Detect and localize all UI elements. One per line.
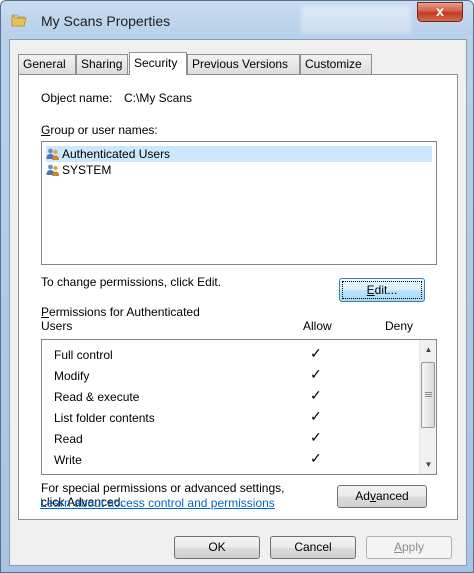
scroll-up-arrow-icon[interactable]: ▲ — [420, 341, 437, 358]
permission-row-list-folder-contents: List folder contents — [54, 411, 155, 432]
tab-security[interactable]: Security — [129, 52, 187, 75]
title-bar[interactable]: My Scans Properties x — [1, 1, 474, 37]
permission-name: Read — [54, 432, 83, 446]
tab-label: Sharing — [81, 57, 123, 71]
permission-name: Full control — [54, 348, 113, 362]
user-name: Authenticated Users — [62, 147, 171, 161]
allow-check-icon: ✓ — [310, 408, 322, 424]
group-or-user-names-label: Group or user names: — [41, 123, 158, 137]
permissions-label: Permissions for Authenticated — [41, 305, 200, 319]
ok-button[interactable]: OK — [174, 536, 260, 559]
tab-label: Previous Versions — [192, 57, 289, 71]
tab-label: General — [23, 57, 66, 71]
user-name: SYSTEM — [62, 163, 112, 177]
permission-name: Write — [54, 453, 82, 467]
focus-rectangle: Edit... — [342, 281, 422, 299]
properties-window: My Scans Properties x General Sharing Se… — [0, 0, 474, 573]
permission-row-write: Write — [54, 453, 82, 474]
label-text: roup or user names: — [50, 123, 158, 137]
deny-column-header: Deny — [385, 319, 414, 333]
permission-row-modify: Modify — [54, 369, 89, 390]
tab-customize[interactable]: Customize — [300, 54, 372, 74]
edit-button[interactable]: Edit... — [339, 278, 425, 302]
close-button[interactable]: x — [417, 2, 463, 22]
users-icon — [46, 164, 59, 176]
scrollbar-thumb[interactable] — [421, 362, 435, 428]
scroll-down-arrow-icon[interactable]: ▼ — [420, 456, 437, 473]
allow-check-icon: ✓ — [310, 450, 322, 466]
advanced-button[interactable]: Advanced — [337, 485, 427, 508]
grip-line — [425, 392, 432, 393]
permissions-scrollbar[interactable]: ▲ ▼ — [419, 340, 436, 474]
background-window-ghost — [301, 5, 411, 33]
allow-check-icon: ✓ — [310, 345, 322, 361]
list-item-authenticated-users[interactable]: Authenticated Users — [46, 146, 432, 162]
security-tab-panel: Object name: C:\My Scans Group or user n… — [18, 74, 458, 520]
object-name-label: Object name: — [41, 91, 113, 105]
accelerator-key: E — [366, 283, 375, 297]
tab-label: Customize — [305, 57, 362, 71]
permissions-label-line2: Users — [41, 319, 73, 333]
learn-about-access-control-link[interactable]: Learn about access control and permissio… — [40, 496, 275, 510]
tab-label: Security — [134, 56, 178, 70]
users-icon — [46, 148, 59, 160]
accelerator-key: P — [41, 305, 50, 319]
special-permissions-hint: For special permissions or advanced sett… — [41, 481, 285, 495]
grip-line — [425, 394, 432, 395]
permission-name: Modify — [54, 369, 90, 383]
list-item-system[interactable]: SYSTEM — [46, 162, 432, 178]
change-permissions-hint: To change permissions, click Edit. — [41, 275, 222, 289]
permission-row-read-execute: Read & execute — [54, 390, 139, 411]
allow-column-header: Allow — [303, 319, 332, 333]
permission-row-read: Read — [54, 432, 83, 453]
accelerator-key: G — [41, 123, 51, 137]
allow-check-icon: ✓ — [310, 429, 322, 445]
tab-previous-versions[interactable]: Previous Versions — [187, 54, 300, 74]
allow-check-icon: ✓ — [310, 387, 322, 403]
folder-icon — [11, 14, 27, 27]
object-name-value: C:\My Scans — [124, 91, 193, 105]
window-title: My Scans Properties — [41, 13, 171, 29]
tab-sharing[interactable]: Sharing — [76, 54, 128, 74]
button-label: dit... — [374, 283, 398, 297]
button-label: anced — [375, 489, 409, 503]
grip-line — [425, 396, 432, 397]
apply-button[interactable]: Apply — [366, 536, 452, 559]
cancel-button[interactable]: Cancel — [270, 536, 356, 559]
dialog-client-area: General Sharing Security Previous Versio… — [9, 39, 467, 566]
permission-name: List folder contents — [54, 411, 155, 425]
close-icon: x — [436, 3, 444, 19]
accelerator-key: A — [393, 540, 402, 554]
allow-check-icon: ✓ — [310, 366, 322, 382]
permission-row-full-control: Full control — [54, 348, 113, 369]
button-label: pply — [402, 540, 425, 554]
group-or-user-names-list[interactable]: Authenticated Users SYSTEM — [41, 141, 437, 265]
permission-name: Read & execute — [54, 390, 140, 404]
label-text: ermissions for Authenticated — [49, 305, 200, 319]
permissions-list[interactable]: Full control Modify Read & execute List … — [41, 339, 437, 475]
tab-general[interactable]: General — [18, 54, 76, 74]
button-label: Ad — [355, 489, 370, 503]
